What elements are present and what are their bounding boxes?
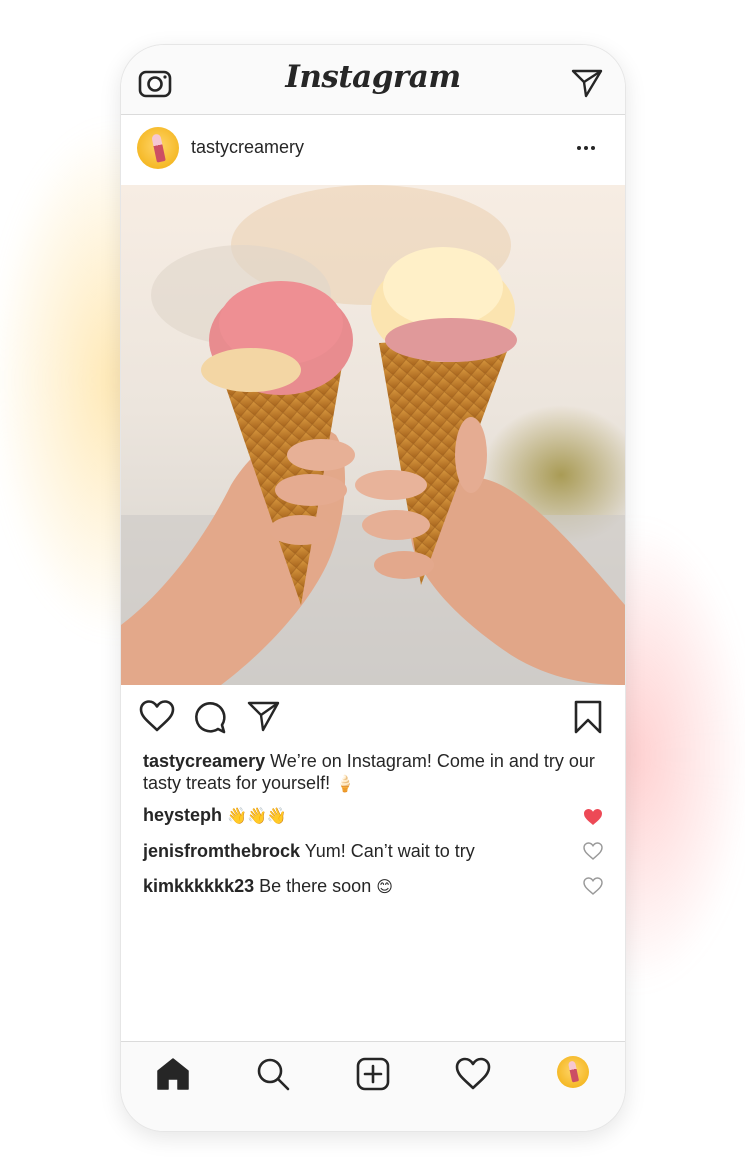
comment-like-icon[interactable] bbox=[583, 877, 603, 895]
comment-username[interactable]: kimkkkkkk23 bbox=[143, 876, 254, 896]
comment-text: Yum! Can’t wait to try bbox=[304, 841, 475, 861]
user-avatar[interactable] bbox=[137, 127, 179, 169]
comment-row: heysteph 👋👋👋 bbox=[143, 805, 573, 826]
search-icon[interactable] bbox=[255, 1056, 291, 1092]
app-logo: Instagram bbox=[285, 59, 461, 95]
like-icon[interactable] bbox=[139, 700, 175, 732]
post-photo bbox=[121, 185, 625, 685]
caption-username[interactable]: tastycreamery bbox=[143, 751, 265, 771]
activity-icon[interactable] bbox=[455, 1056, 491, 1092]
add-post-icon[interactable] bbox=[355, 1056, 391, 1092]
comment-like-icon[interactable] bbox=[583, 842, 603, 860]
post-header: tastycreamery bbox=[121, 115, 625, 186]
bottom-nav bbox=[121, 1041, 625, 1131]
bookmark-icon[interactable] bbox=[573, 700, 603, 734]
share-icon[interactable] bbox=[247, 700, 281, 732]
comment-text: Be there soon bbox=[259, 876, 372, 896]
post-actions bbox=[121, 700, 625, 736]
post-caption: tastycreamery We’re on Instagram! Come i… bbox=[143, 750, 603, 795]
comment-username[interactable]: jenisfromthebrock bbox=[143, 841, 300, 861]
phone-frame: Instagram tastycreamery tastycreamery We… bbox=[120, 44, 626, 1132]
comment-like-icon[interactable] bbox=[583, 808, 603, 826]
more-icon[interactable] bbox=[575, 137, 605, 157]
comment-username[interactable]: heysteph bbox=[143, 805, 222, 825]
comment-row: jenisfromthebrock Yum! Can’t wait to try bbox=[143, 841, 573, 862]
profile-avatar[interactable] bbox=[557, 1056, 589, 1088]
comment-emoji: 👋👋👋 bbox=[227, 806, 287, 825]
comment-icon[interactable] bbox=[193, 700, 227, 734]
home-icon[interactable] bbox=[155, 1056, 191, 1092]
caption-emoji: 🍦 bbox=[335, 774, 356, 793]
send-icon[interactable] bbox=[571, 68, 603, 98]
post-username[interactable]: tastycreamery bbox=[191, 137, 304, 158]
comment-row: kimkkkkkk23 Be there soon 😊 bbox=[143, 876, 573, 897]
top-bar: Instagram bbox=[121, 45, 625, 115]
comment-emoji: 😊 bbox=[376, 877, 393, 896]
